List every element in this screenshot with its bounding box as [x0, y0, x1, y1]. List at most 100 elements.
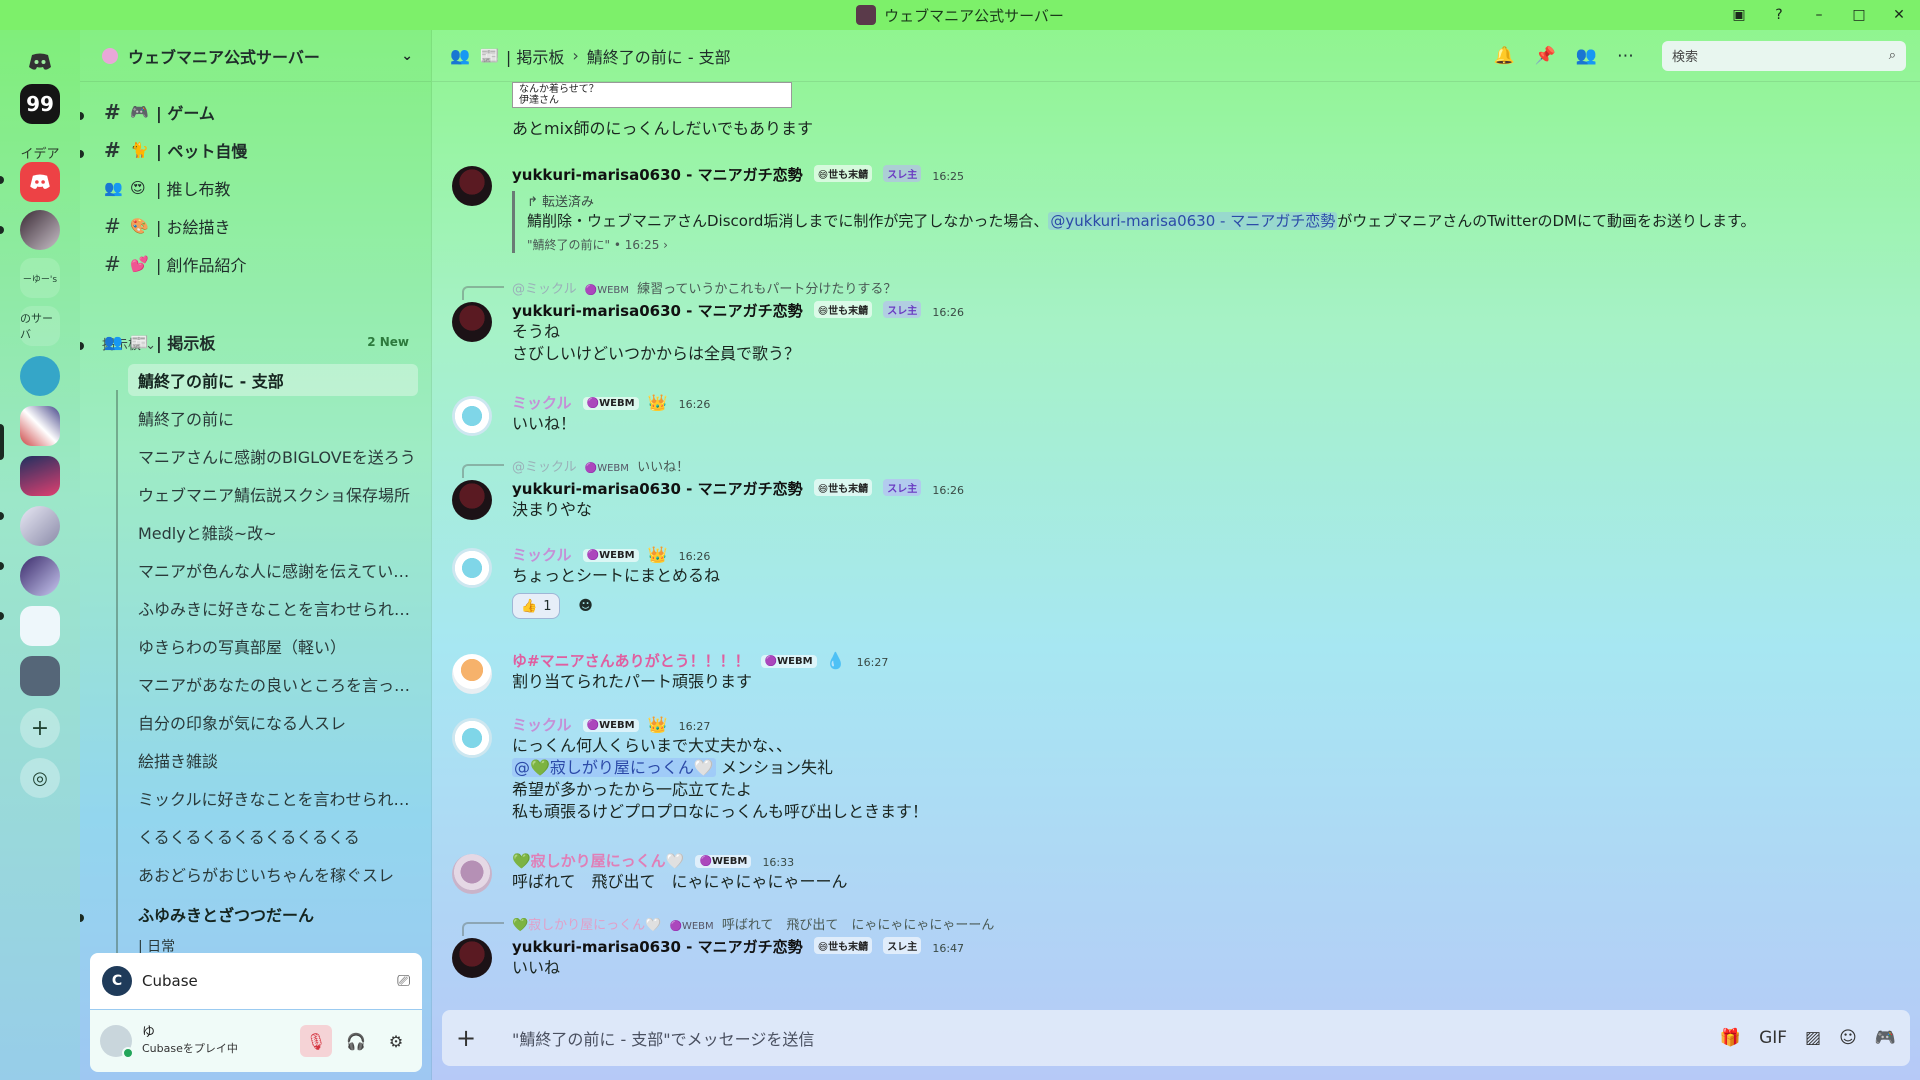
thread-item[interactable]: マニアが色んな人に感謝を伝えてい…	[128, 554, 418, 586]
avatar[interactable]	[452, 548, 492, 588]
help-icon[interactable]: ?	[1766, 7, 1792, 23]
sunglasses-server-icon[interactable]	[20, 656, 60, 696]
avatar[interactable]	[452, 396, 492, 436]
gif-icon[interactable]: GIF	[1759, 1028, 1787, 1048]
author-name[interactable]: ミックル	[512, 394, 572, 412]
text-channel-icon: #	[104, 138, 121, 162]
avatar[interactable]	[452, 718, 492, 758]
members-icon[interactable]: 👥	[1576, 46, 1597, 66]
anime-server-icon[interactable]	[20, 506, 60, 546]
message-text: ちょっとシートにまとめるね	[512, 566, 721, 585]
gear-icon[interactable]: ⚙	[380, 1025, 412, 1057]
thread-item[interactable]: 絵描き雑談	[128, 744, 418, 776]
discover-icon[interactable]: ◎	[20, 758, 60, 798]
building-server-icon[interactable]	[20, 606, 60, 646]
user-mention[interactable]: @💚寂しがり屋にっくん🤍	[512, 758, 716, 777]
drop-icon: 💧	[825, 651, 846, 670]
text-channel-icon: #	[104, 214, 121, 238]
thread-item[interactable]: マニアがあなたの良いところを言っ…	[128, 668, 418, 700]
breadcrumb-forum[interactable]: | 掲示板	[506, 44, 564, 68]
author-name[interactable]: ミックル	[512, 716, 572, 734]
chevron-down-icon[interactable]: ⌄	[401, 48, 413, 64]
author-name[interactable]: yukkuri-marisa0630 - マニアガチ恋勢	[512, 480, 803, 498]
user-mention[interactable]: @yukkuri-marisa0630 - マニアガチ恋勢	[1048, 212, 1338, 230]
add-server-icon[interactable]: +	[20, 708, 60, 748]
add-reaction-icon[interactable]: ☻	[572, 593, 600, 619]
thread-item[interactable]: Medlyと雑談~改~	[128, 516, 418, 548]
thread-item[interactable]: ミックルに好きなことを言わせられ…	[128, 782, 418, 814]
avatar[interactable]	[452, 938, 492, 978]
discord-red-server-icon[interactable]	[20, 162, 60, 202]
author-name[interactable]: ゆ#マニアさんありがとう！！！！	[512, 652, 750, 670]
author-name[interactable]: ミックル	[512, 546, 572, 564]
reply-preview[interactable]: @ミックル 🟣WEBM 練習っていうかこれもパート分けたりする？	[462, 278, 897, 300]
thread-item[interactable]: ゆきらわの写真部屋（軽い）	[128, 630, 418, 662]
activity-card[interactable]: C Cubase ⎚	[90, 953, 422, 1009]
channel-game[interactable]: # 🎮 | ゲーム	[94, 96, 421, 128]
thread-item[interactable]: ウェブマニア鯖伝説スクショ保存場所	[128, 478, 418, 510]
search-icon: ⌕	[1888, 48, 1896, 63]
reply-preview[interactable]: 💚寂しかり屋にっくん🤍 🟣WEBM 呼ばれて 飛び出て にゃにゃにゃにゃーーん	[462, 914, 994, 936]
author-name[interactable]: yukkuri-marisa0630 - マニアガチ恋勢	[512, 166, 803, 184]
avatar[interactable]	[452, 166, 492, 206]
cubase-icon: C	[102, 966, 132, 996]
server-text-icon[interactable]: のサーバ	[20, 306, 60, 346]
avatar[interactable]	[452, 480, 492, 520]
thread-item[interactable]: くるくるくるくるくるくるくる	[128, 820, 418, 852]
author-name[interactable]: yukkuri-marisa0630 - マニアガチ恋勢	[512, 302, 803, 320]
discord-home-icon[interactable]	[20, 42, 60, 82]
emoji-icon[interactable]: ☺	[1839, 1028, 1857, 1048]
webmania-server-icon[interactable]	[20, 456, 60, 496]
headphones-icon[interactable]: 🎧	[340, 1025, 372, 1057]
screen-share-icon[interactable]: ⎚	[397, 971, 410, 991]
avatar[interactable]	[100, 1025, 134, 1059]
channel-drawing[interactable]: # 🎨 | お絵描き	[94, 210, 421, 242]
collage-server-icon[interactable]	[20, 406, 60, 446]
maximize-button[interactable]: □	[1846, 7, 1872, 23]
channel-label: | 創作品紹介	[156, 256, 247, 275]
portrait-server-icon[interactable]	[20, 556, 60, 596]
more-options-icon[interactable]: ⋯	[1617, 46, 1634, 66]
pin-icon[interactable]: 📌	[1535, 46, 1556, 66]
avatar[interactable]	[452, 854, 492, 894]
search-input[interactable]: 検索 ⌕	[1662, 40, 1906, 71]
channel-oshi[interactable]: 👥 😍 | 推し布教	[94, 172, 421, 204]
mic-muted-icon[interactable]: 🎙	[300, 1025, 332, 1057]
channel-creation[interactable]: # 💕 | 創作品紹介	[94, 248, 421, 280]
attachment-image-snippet[interactable]: なんか着らせて？ 伊達さん	[512, 82, 792, 108]
server-header[interactable]: ウェブマニア公式サーバー ⌄	[80, 30, 431, 82]
role-tag: 🟣WEBM	[582, 719, 639, 732]
thread-item[interactable]: あおどらがおじいちゃんを稼ぐスレ	[128, 858, 418, 890]
gift-icon[interactable]: 🎁	[1720, 1028, 1741, 1048]
reply-preview[interactable]: @ミックル 🟣WEBM いいね！	[462, 456, 689, 478]
thread-item[interactable]: マニアさんに感謝のBIGLOVEを送ろう	[128, 440, 418, 472]
thread-item-active[interactable]: 鯖終了の前に - 支部	[128, 364, 418, 396]
mascot-server-icon[interactable]	[20, 356, 60, 396]
author-name[interactable]: yukkuri-marisa0630 - マニアガチ恋勢	[512, 938, 803, 956]
inbox-icon[interactable]: ▣	[1726, 7, 1752, 23]
sticker-icon[interactable]: ▨	[1805, 1028, 1821, 1048]
channel-pet[interactable]: # 🐈 | ペット自慢	[94, 134, 421, 166]
close-button[interactable]: ✕	[1886, 7, 1912, 23]
gamepad-icon[interactable]: 🎮	[1875, 1028, 1896, 1048]
add-attachment-button[interactable]: +	[456, 1024, 486, 1052]
thread-item-unread[interactable]: ふゆみきとざつつだーん	[128, 898, 418, 930]
author-name[interactable]: 💚寂しかり屋にっくん🤍	[512, 852, 684, 870]
thread-item[interactable]: 自分の印象が気になる人スレ	[128, 706, 418, 738]
bell-icon[interactable]: 🔔	[1493, 46, 1514, 66]
reply-text: 練習っていうかこれもパート分けたりする？	[637, 282, 897, 297]
forward-source-link[interactable]: "鯖終了の前に" • 16:25 ›	[527, 236, 1892, 253]
forum-channel-icon: 👥	[104, 179, 123, 197]
minimize-button[interactable]: –	[1806, 7, 1832, 23]
avatar[interactable]	[452, 654, 492, 694]
thread-item[interactable]: ふゆみきに好きなことを言わせられ…	[128, 592, 418, 624]
character-server-icon[interactable]	[20, 210, 60, 250]
op-badge: スレ主	[883, 937, 922, 954]
thread-item[interactable]: 鯖終了の前に	[128, 402, 418, 434]
message-composer[interactable]: + "鯖終了の前に - 支部"でメッセージを送信 🎁 GIF ▨ ☺ 🎮	[442, 1010, 1910, 1066]
yu-server-icon[interactable]: ーゆー's	[20, 258, 60, 298]
reaction-thumbs-up[interactable]: 👍 1	[512, 593, 561, 619]
quote-server-icon[interactable]: 99	[20, 84, 60, 124]
channel-forum[interactable]: 👥 📰 | 掲示板 2 New	[94, 326, 421, 358]
avatar[interactable]	[452, 302, 492, 342]
